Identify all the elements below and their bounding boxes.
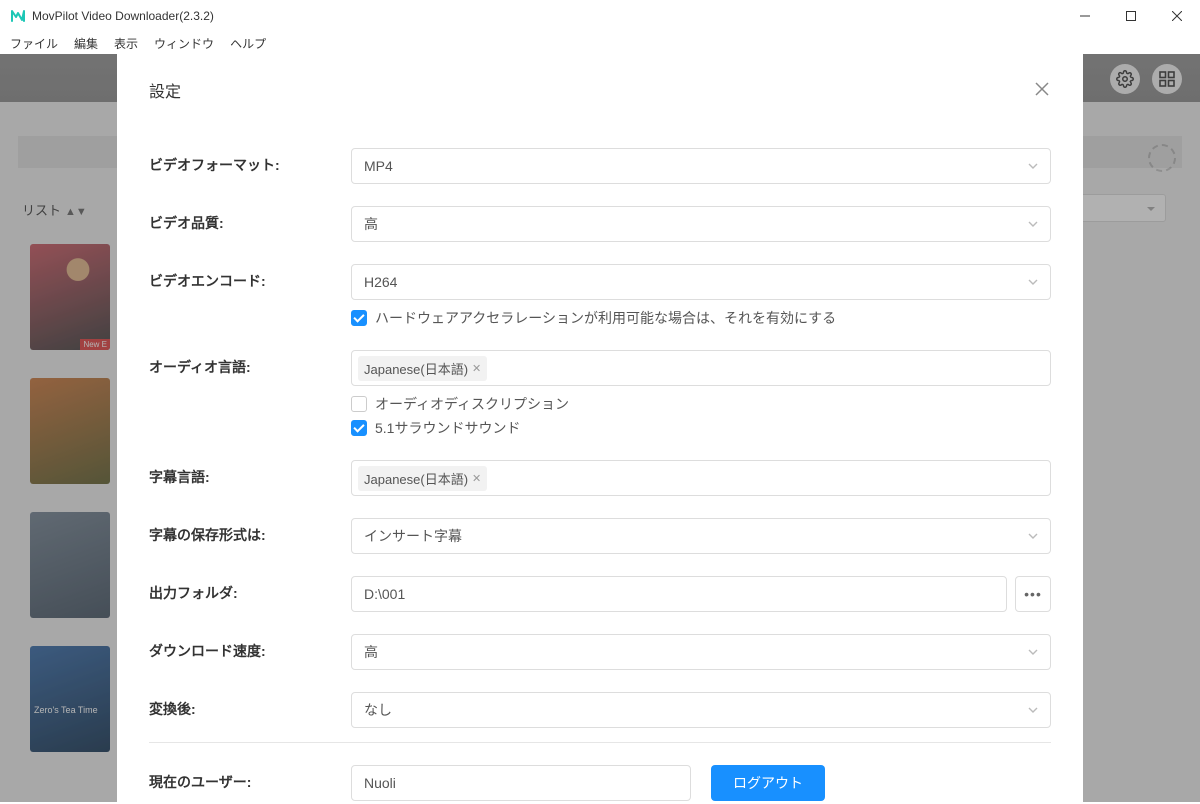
thumbnail-item[interactable] — [30, 512, 110, 618]
close-icon[interactable] — [1035, 82, 1051, 98]
titlebar-left: MovPilot Video Downloader(2.3.2) — [10, 8, 214, 24]
input-current-user[interactable]: Nuoli — [351, 765, 691, 801]
checkbox-surround[interactable] — [351, 420, 367, 436]
settings-icon[interactable] — [1110, 64, 1140, 94]
titlebar: MovPilot Video Downloader(2.3.2) — [0, 0, 1200, 32]
select-download-speed[interactable]: 高 — [351, 634, 1051, 670]
select-after-convert[interactable]: なし — [351, 692, 1051, 728]
app-logo-icon — [10, 8, 26, 24]
label-video-format: ビデオフォーマット: — [149, 148, 351, 175]
label-download-speed: ダウンロード速度: — [149, 634, 351, 661]
chevron-down-icon — [1028, 707, 1038, 713]
label-subtitle-lang: 字幕言語: — [149, 460, 351, 487]
menu-edit[interactable]: 編集 — [74, 35, 98, 52]
chevron-down-icon — [1028, 279, 1038, 285]
menu-help[interactable]: ヘルプ — [230, 35, 266, 52]
label-hw-accel: ハードウェアアクセラレーションが利用可能な場合は、それを有効にする — [375, 308, 836, 328]
checkbox-audio-description[interactable] — [351, 396, 367, 412]
sort-icon[interactable]: ▲▼ — [65, 206, 87, 218]
label-subtitle-save: 字幕の保存形式は: — [149, 518, 351, 545]
dialog-title: 設定 — [149, 78, 181, 102]
input-audio-lang[interactable]: Japanese(日本語) ✕ — [351, 350, 1051, 386]
download-queue-icon[interactable] — [1148, 144, 1176, 172]
bg-dropdown[interactable] — [1046, 194, 1166, 222]
browse-folder-button[interactable]: ••• — [1015, 576, 1051, 612]
dialog-header: 設定 — [149, 78, 1051, 102]
chevron-down-icon — [1028, 533, 1038, 539]
close-button[interactable] — [1154, 0, 1200, 32]
menubar: ファイル 編集 表示 ウィンドウ ヘルプ — [0, 32, 1200, 54]
select-video-encode[interactable]: H264 — [351, 264, 1051, 300]
thumbnail-item[interactable] — [30, 378, 110, 484]
thumbnail-item[interactable]: Zero's Tea Time — [30, 646, 110, 752]
label-video-encode: ビデオエンコード: — [149, 264, 351, 291]
select-video-format[interactable]: MP4 — [351, 148, 1051, 184]
window-title: MovPilot Video Downloader(2.3.2) — [32, 9, 214, 23]
bg-list-label: リスト▲▼ — [22, 200, 87, 219]
grid-icon[interactable] — [1152, 64, 1182, 94]
window-controls — [1062, 0, 1200, 32]
minimize-button[interactable] — [1062, 0, 1108, 32]
divider — [149, 742, 1051, 743]
input-output-folder[interactable]: D:\001 — [351, 576, 1007, 612]
bg-thumbs: Zero's Tea Time — [30, 244, 110, 752]
menu-window[interactable]: ウィンドウ — [154, 35, 214, 52]
label-after-convert: 変換後: — [149, 692, 351, 719]
thumbnail-item[interactable] — [30, 244, 110, 350]
settings-dialog: 設定 ビデオフォーマット: MP4 ビデオ品質: 高 — [117, 54, 1083, 804]
select-subtitle-save[interactable]: インサート字幕 — [351, 518, 1051, 554]
tag-remove-icon[interactable]: ✕ — [472, 362, 481, 375]
tag-audio-japanese: Japanese(日本語) ✕ — [358, 356, 487, 381]
label-audio-description: オーディオディスクリプション — [375, 394, 569, 414]
label-video-quality: ビデオ品質: — [149, 206, 351, 233]
menu-view[interactable]: 表示 — [114, 35, 138, 52]
input-subtitle-lang[interactable]: Japanese(日本語) ✕ — [351, 460, 1051, 496]
label-surround: 5.1サラウンドサウンド — [375, 418, 520, 438]
label-output-folder: 出力フォルダ: — [149, 576, 351, 603]
menu-file[interactable]: ファイル — [10, 35, 58, 52]
chevron-down-icon — [1028, 649, 1038, 655]
chevron-down-icon — [1028, 221, 1038, 227]
settings-form: ビデオフォーマット: MP4 ビデオ品質: 高 — [149, 148, 1051, 801]
tag-remove-icon[interactable]: ✕ — [472, 472, 481, 485]
app-body: リスト▲▼ Zero's Tea Time 設定 ビデオフォーマット: MP4 — [0, 54, 1200, 802]
checkbox-hw-accel[interactable] — [351, 310, 367, 326]
tag-subtitle-japanese: Japanese(日本語) ✕ — [358, 466, 487, 491]
logout-button[interactable]: ログアウト — [711, 765, 825, 801]
bg-toolbar — [1110, 64, 1182, 94]
chevron-down-icon — [1028, 163, 1038, 169]
label-current-user: 現在のユーザー: — [149, 765, 351, 792]
select-video-quality[interactable]: 高 — [351, 206, 1051, 242]
label-audio-lang: オーディオ言語: — [149, 350, 351, 377]
maximize-button[interactable] — [1108, 0, 1154, 32]
